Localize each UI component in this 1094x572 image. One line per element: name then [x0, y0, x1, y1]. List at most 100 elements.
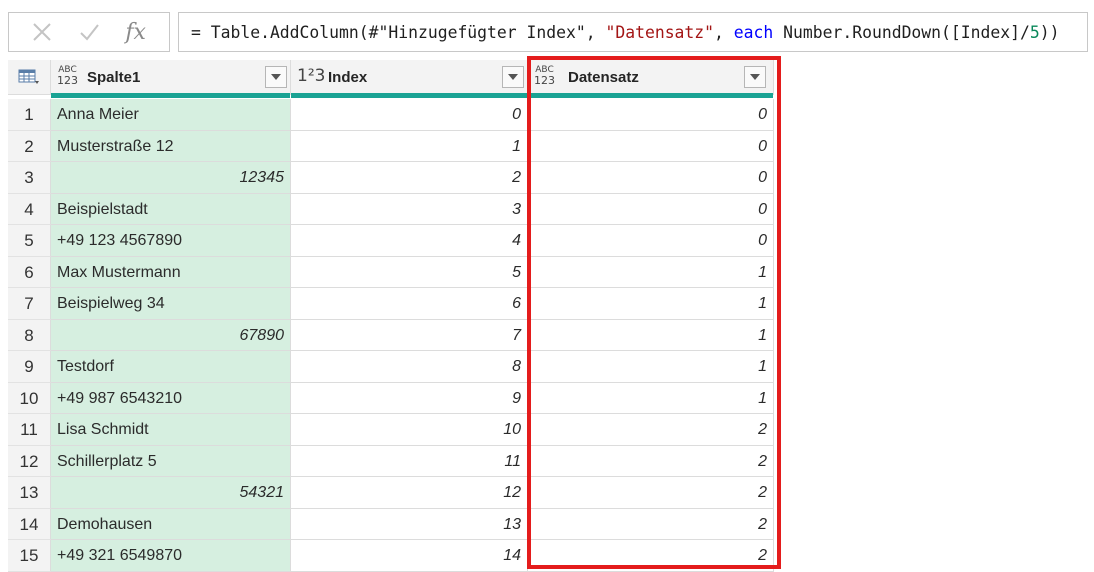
table-icon	[18, 69, 39, 84]
chevron-down-icon	[508, 74, 518, 80]
column-header-spalte1[interactable]: ABC 123 Spalte1	[51, 60, 291, 98]
cell-datensatz[interactable]: 2	[528, 445, 774, 477]
check-icon	[80, 24, 99, 41]
column-name: Index	[328, 69, 368, 86]
cell-spalte1[interactable]: +49 321 6549870	[51, 540, 291, 572]
row-number: 9	[8, 351, 51, 383]
cell-spalte1[interactable]: Testdorf	[51, 351, 291, 383]
cell-spalte1[interactable]: Demohausen	[51, 508, 291, 540]
cell-index[interactable]: 0	[291, 99, 528, 131]
cell-spalte1[interactable]: 12345	[51, 162, 291, 194]
cell-index[interactable]: 6	[291, 288, 528, 320]
formula-prefix: = Table.AddColumn(#	[191, 22, 379, 42]
cell-datensatz[interactable]: 1	[528, 288, 774, 320]
cell-index[interactable]: 4	[291, 225, 528, 257]
row-number: 14	[8, 508, 51, 540]
cell-spalte1[interactable]: +49 123 4567890	[51, 225, 291, 257]
formula-string-datensatz: "Datensatz"	[605, 22, 715, 42]
cell-spalte1[interactable]: Anna Meier	[51, 99, 291, 131]
chevron-down-icon	[750, 74, 760, 80]
cell-datensatz[interactable]: 2	[528, 414, 774, 446]
table-menu-button[interactable]	[8, 60, 51, 95]
cell-index[interactable]: 10	[291, 414, 528, 446]
cell-datensatz[interactable]: 2	[528, 477, 774, 509]
row-number: 10	[8, 382, 51, 414]
cell-spalte1[interactable]: Beispielstadt	[51, 193, 291, 225]
cell-index[interactable]: 5	[291, 256, 528, 288]
row-number: 15	[8, 540, 51, 572]
row-number: 13	[8, 477, 51, 509]
formula-separator-1: ,	[585, 22, 606, 42]
column-filter-dropdown[interactable]	[502, 66, 524, 88]
cell-index[interactable]: 14	[291, 540, 528, 572]
column-quality-bar	[51, 93, 290, 98]
formula-input[interactable]: = Table.AddColumn(# "Hinzugefügter Index"…	[178, 12, 1088, 52]
cell-index[interactable]: 1	[291, 130, 528, 162]
x-icon	[33, 23, 52, 41]
cell-datensatz[interactable]: 2	[528, 508, 774, 540]
row-number: 7	[8, 288, 51, 320]
type-icon-bottom: 123	[57, 74, 78, 87]
formula-end: ))	[1039, 22, 1060, 42]
cell-datensatz[interactable]: 1	[528, 351, 774, 383]
row-number: 2	[8, 130, 51, 162]
cell-datensatz[interactable]: 1	[528, 382, 774, 414]
row-number: 11	[8, 414, 51, 446]
integer-type-icon[interactable]: 1²3	[297, 68, 325, 85]
cell-spalte1[interactable]: Musterstraße 12	[51, 130, 291, 162]
fx-label: fx	[125, 19, 146, 45]
cell-datensatz[interactable]: 0	[528, 193, 774, 225]
formula-bar: fx = Table.AddColumn(# "Hinzugefügter Ind…	[0, 0, 1094, 62]
cell-index[interactable]: 3	[291, 193, 528, 225]
row-number: 5	[8, 225, 51, 257]
cell-spalte1[interactable]: 54321	[51, 477, 291, 509]
cell-spalte1[interactable]: Lisa Schmidt	[51, 414, 291, 446]
row-number: 6	[8, 256, 51, 288]
confirm-formula-button[interactable]	[71, 15, 107, 49]
cell-spalte1[interactable]: 67890	[51, 319, 291, 351]
formula-number: 5	[1029, 22, 1040, 42]
formula-string-index: "Hinzugefügter Index"	[378, 22, 586, 42]
column-filter-dropdown[interactable]	[265, 66, 287, 88]
cell-index[interactable]: 9	[291, 382, 528, 414]
cell-spalte1[interactable]: Schillerplatz 5	[51, 445, 291, 477]
cell-index[interactable]: 11	[291, 445, 528, 477]
row-number: 12	[8, 445, 51, 477]
insert-function-button[interactable]: fx	[118, 15, 154, 49]
cell-index[interactable]: 7	[291, 319, 528, 351]
column-name: Spalte1	[87, 69, 141, 86]
row-number: 4	[8, 193, 51, 225]
cell-spalte1[interactable]: Beispielweg 34	[51, 288, 291, 320]
any-type-icon[interactable]: ABC 123	[57, 66, 78, 87]
cell-spalte1[interactable]: +49 987 6543210	[51, 382, 291, 414]
cell-index[interactable]: 12	[291, 477, 528, 509]
cell-index[interactable]: 2	[291, 162, 528, 194]
cancel-formula-button[interactable]	[24, 15, 60, 49]
cell-datensatz[interactable]: 0	[528, 99, 774, 131]
formula-middle: Number.RoundDown([Index]/	[773, 22, 1030, 42]
row-number: 1	[8, 99, 51, 131]
cell-datensatz[interactable]: 1	[528, 256, 774, 288]
cell-index[interactable]: 13	[291, 508, 528, 540]
cell-index[interactable]: 8	[291, 351, 528, 383]
type-icon-bottom: 123	[534, 74, 555, 87]
cell-datensatz[interactable]: 0	[528, 162, 774, 194]
formula-keyword-each: each	[733, 22, 774, 42]
row-number: 3	[8, 162, 51, 194]
column-filter-dropdown[interactable]	[744, 66, 766, 88]
formula-buttons: fx	[8, 12, 170, 52]
any-type-icon[interactable]: ABC 123	[534, 66, 555, 87]
cell-datensatz[interactable]: 0	[528, 225, 774, 257]
column-quality-bar	[528, 93, 773, 98]
cell-datensatz[interactable]: 0	[528, 130, 774, 162]
cell-datensatz[interactable]: 1	[528, 319, 774, 351]
column-header-index[interactable]: 1²3 Index	[291, 60, 528, 98]
column-name: Datensatz	[568, 69, 639, 86]
chevron-down-icon	[271, 74, 281, 80]
row-number: 8	[8, 319, 51, 351]
data-grid: ABC 123 Spalte1 1²3 Index ABC 123 Datens…	[8, 60, 1094, 572]
column-header-datensatz[interactable]: ABC 123 Datensatz	[528, 60, 774, 98]
cell-datensatz[interactable]: 2	[528, 540, 774, 572]
cell-spalte1[interactable]: Max Mustermann	[51, 256, 291, 288]
type-icon-label: 1²3	[297, 66, 326, 86]
